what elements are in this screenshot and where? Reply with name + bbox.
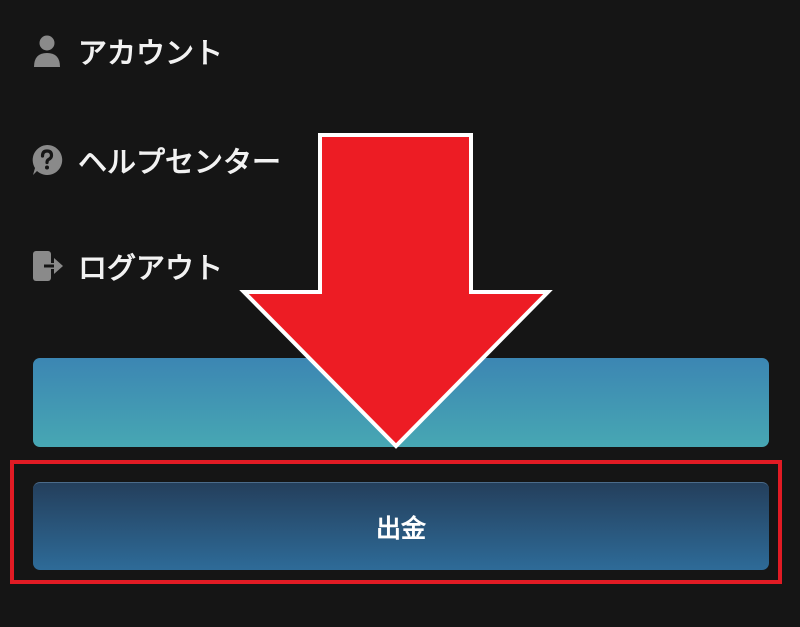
user-icon: [30, 34, 64, 68]
withdraw-button[interactable]: 出金: [33, 482, 769, 570]
menu-item-logout[interactable]: ログアウト: [30, 245, 223, 287]
menu-item-help-center-label: ヘルプセンター: [78, 145, 282, 179]
help-bubble-icon: [30, 143, 64, 177]
menu-item-account-label: アカウント: [78, 36, 224, 70]
menu-item-logout-label: ログアウト: [78, 251, 224, 285]
logout-icon: [30, 249, 64, 283]
menu-item-account[interactable]: アカウント: [30, 30, 223, 72]
menu-item-help-center[interactable]: ヘルプセンター: [30, 139, 281, 181]
deposit-button[interactable]: [33, 358, 769, 447]
